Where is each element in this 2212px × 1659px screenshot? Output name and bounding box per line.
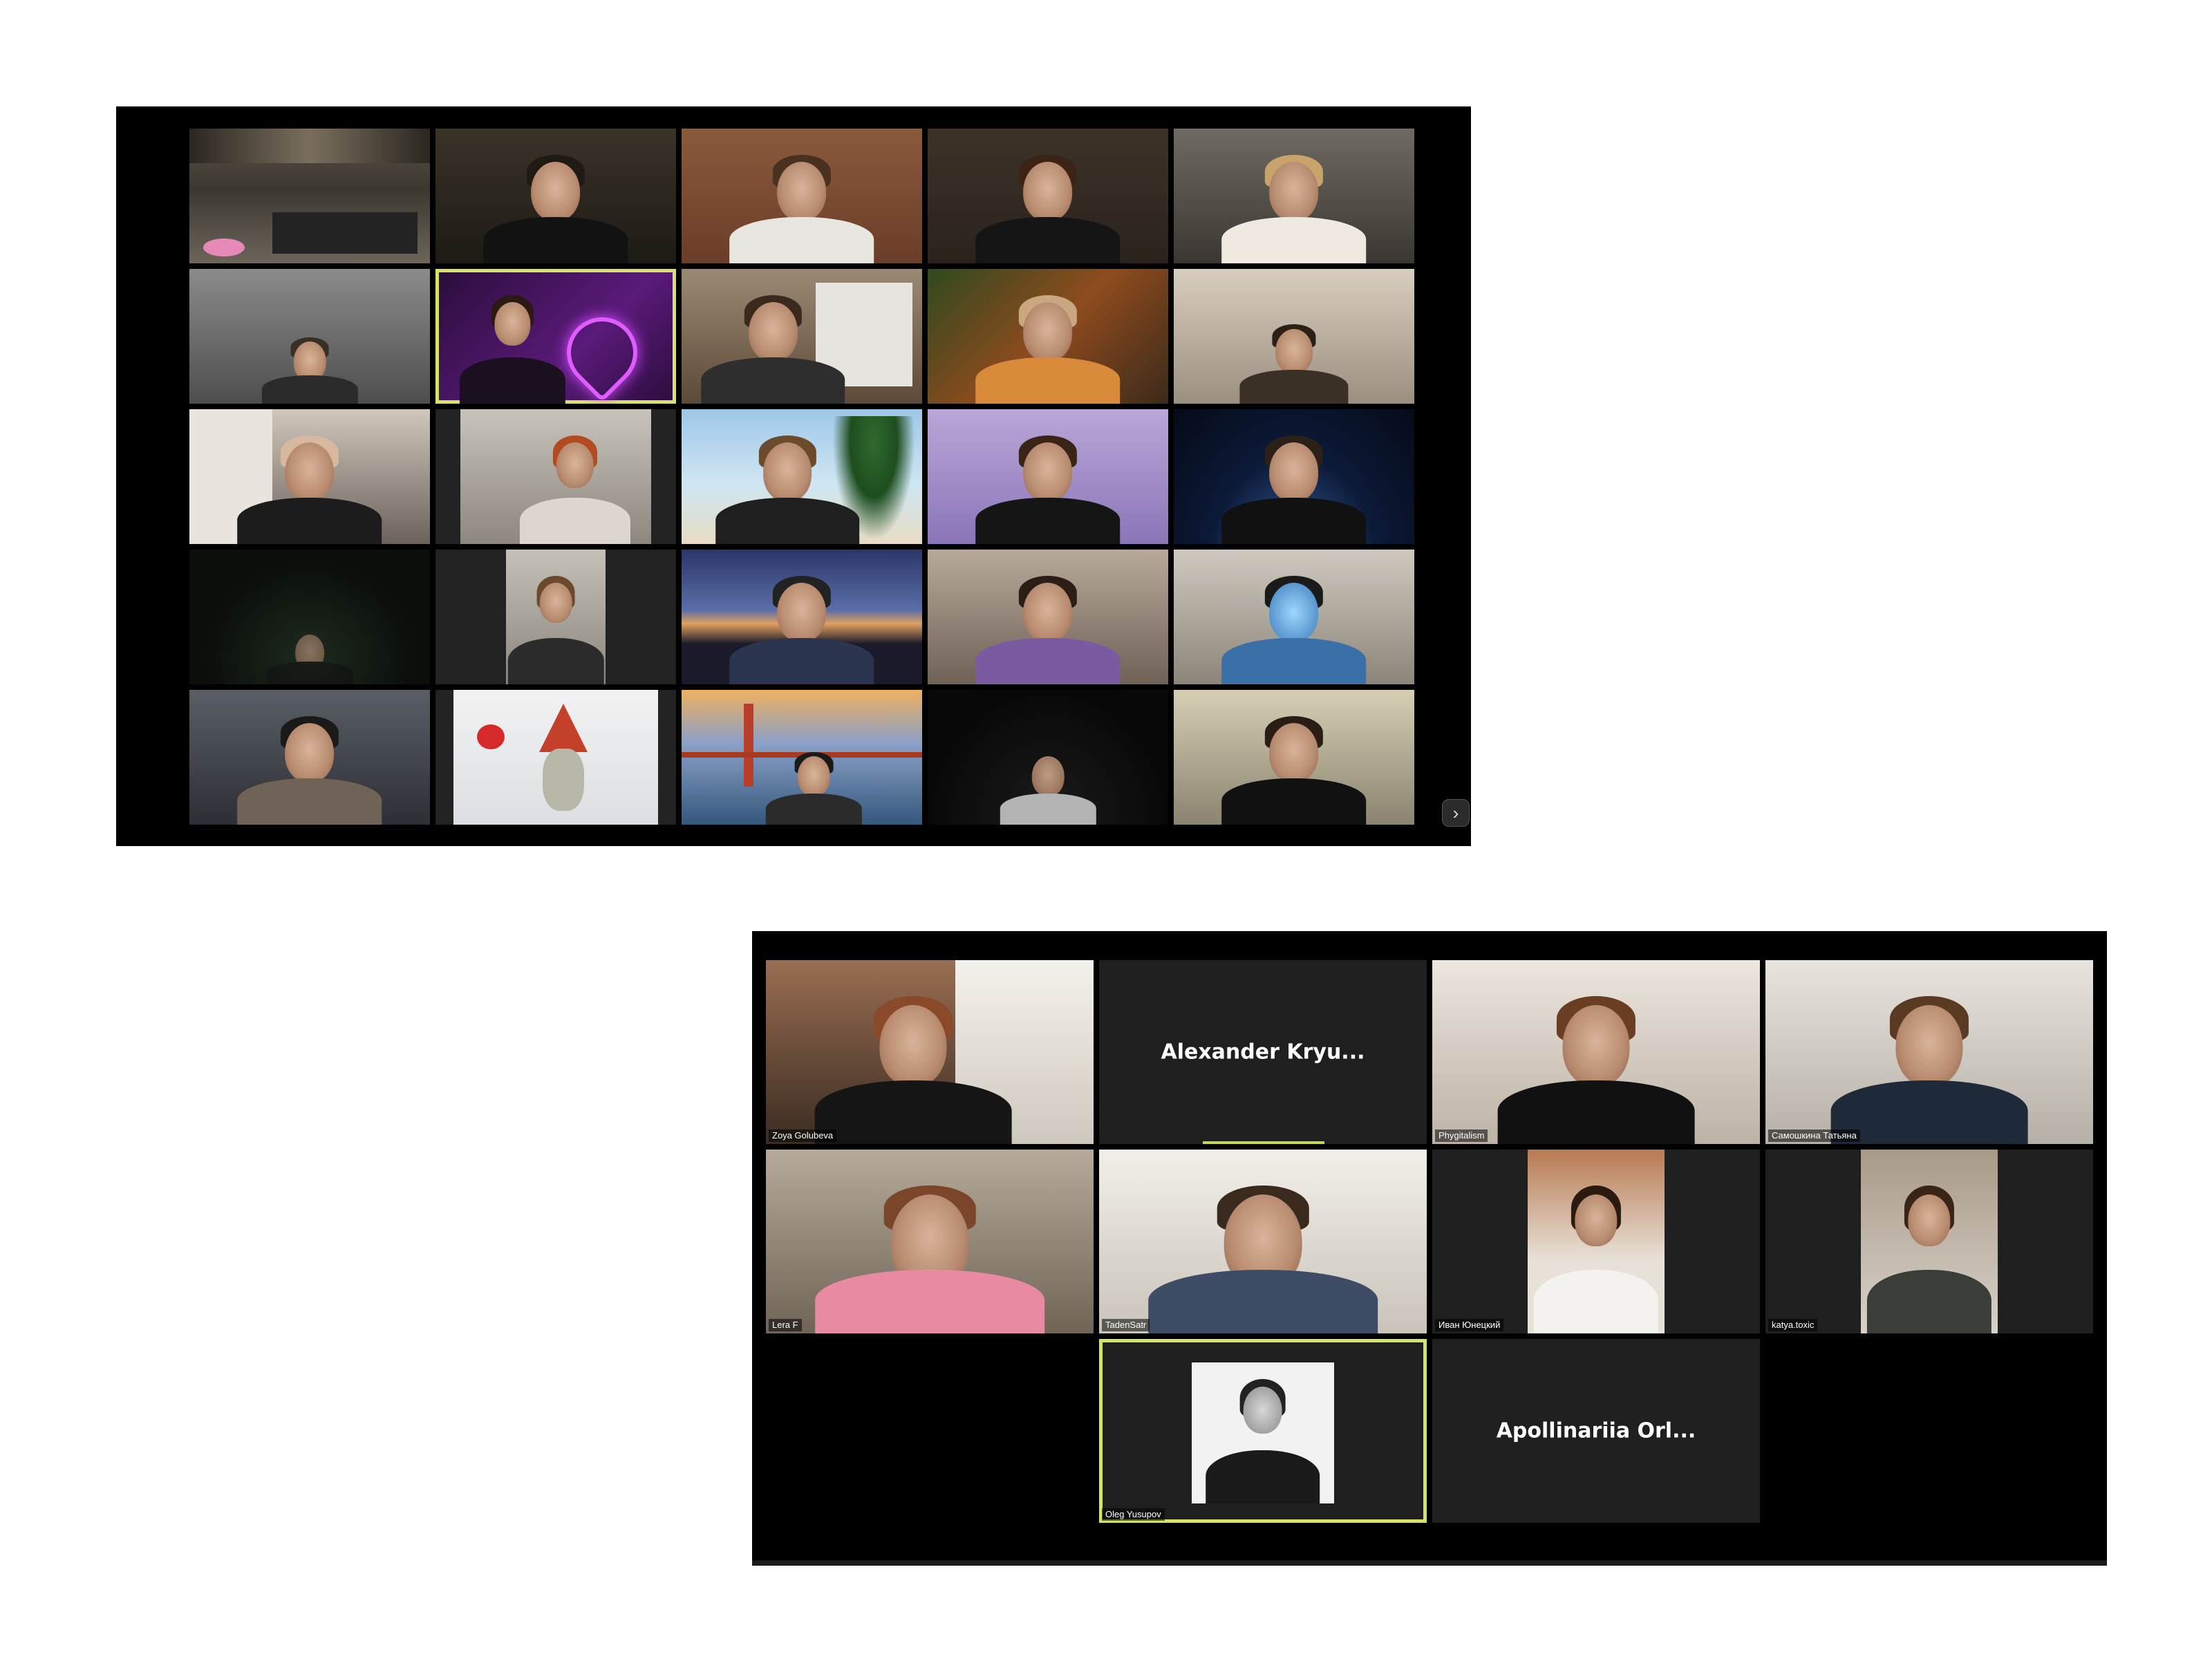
video-tile[interactable] xyxy=(189,269,430,404)
participant xyxy=(1866,1183,1992,1333)
video-tile[interactable] xyxy=(1174,129,1414,263)
participant xyxy=(1148,1183,1378,1333)
video-tile[interactable] xyxy=(435,129,676,263)
gallery-window-top: › xyxy=(116,106,1471,846)
participant xyxy=(815,1183,1044,1333)
participant xyxy=(1221,574,1367,684)
participant xyxy=(1000,751,1096,825)
video-tile[interactable] xyxy=(189,409,430,544)
participant xyxy=(715,433,860,544)
video-tile-active-speaker[interactable]: Oleg Yusupov xyxy=(1099,1339,1427,1523)
participant xyxy=(700,293,845,404)
video-tile[interactable] xyxy=(682,269,922,404)
participant-name: Oleg Yusupov xyxy=(1102,1508,1165,1521)
video-tile[interactable] xyxy=(189,129,430,263)
participant xyxy=(261,337,358,404)
video-tile[interactable] xyxy=(682,129,922,263)
participant xyxy=(975,433,1121,544)
participant-name: katya.toxic xyxy=(1768,1319,1818,1331)
video-tile-active-speaker[interactable] xyxy=(435,269,676,404)
video-tile[interactable] xyxy=(682,550,922,684)
wizard-avatar xyxy=(543,749,584,811)
red-object xyxy=(477,724,505,749)
video-tile[interactable] xyxy=(928,690,1168,825)
video-tile[interactable]: katya.toxic xyxy=(1765,1150,2093,1333)
participant xyxy=(975,293,1121,404)
participant xyxy=(266,630,353,684)
participant xyxy=(765,751,862,825)
next-page-button[interactable]: › xyxy=(1442,799,1470,827)
video-tile[interactable] xyxy=(435,409,676,544)
pink-pool-float xyxy=(203,238,245,256)
video-tile[interactable] xyxy=(928,129,1168,263)
participant-name: Lera F xyxy=(769,1319,802,1331)
participant xyxy=(975,574,1121,684)
participant xyxy=(519,433,630,544)
video-tile[interactable]: Zoya Golubeva xyxy=(766,960,1094,1144)
participant xyxy=(729,574,874,684)
video-tile[interactable] xyxy=(682,409,922,544)
participant xyxy=(237,433,382,544)
participant xyxy=(459,293,565,404)
video-tile[interactable]: Самошкина Татьяна xyxy=(1765,960,2093,1144)
video-tile[interactable] xyxy=(682,690,922,825)
participant xyxy=(1221,714,1367,825)
participant xyxy=(237,714,382,825)
video-tile-camera-off[interactable]: Alexander Kryu... xyxy=(1099,960,1427,1144)
video-tile[interactable] xyxy=(1174,409,1414,544)
video-tile[interactable] xyxy=(1174,269,1414,404)
participant xyxy=(1533,1183,1659,1333)
participant-name: TadenSatr xyxy=(1102,1319,1150,1331)
participant xyxy=(1221,433,1367,544)
video-tile[interactable] xyxy=(928,409,1168,544)
participant xyxy=(815,993,1012,1144)
participant-name: Иван Юнецкий xyxy=(1435,1319,1504,1331)
participant xyxy=(507,574,604,684)
audio-level-bar xyxy=(1203,1141,1324,1144)
gallery-window-bottom: Zoya Golubeva Alexander Kryu... Phygital… xyxy=(752,931,2107,1566)
participant xyxy=(1239,323,1349,404)
video-tile[interactable] xyxy=(435,690,676,825)
video-tile-camera-off[interactable]: Apollinariia Orl... xyxy=(1432,1339,1760,1523)
participant xyxy=(975,153,1121,263)
participant xyxy=(1830,993,2028,1144)
participant-name-placeholder: Apollinariia Orl... xyxy=(1496,1418,1696,1443)
video-tile[interactable] xyxy=(1174,690,1414,825)
video-tile[interactable]: TadenSatr xyxy=(1099,1150,1427,1333)
participant xyxy=(1497,993,1695,1144)
video-tile[interactable] xyxy=(1174,550,1414,684)
participant xyxy=(483,153,628,263)
desk-area xyxy=(272,212,418,254)
participant-name: Phygitalism xyxy=(1435,1130,1488,1142)
video-tile[interactable]: Lera F xyxy=(766,1150,1094,1333)
bridge-tower xyxy=(744,704,753,787)
participant xyxy=(1221,153,1367,263)
video-tile[interactable] xyxy=(435,550,676,684)
toolbar-edge xyxy=(752,1560,2107,1566)
video-tile[interactable]: Phygitalism xyxy=(1432,960,1760,1144)
video-tile[interactable] xyxy=(189,550,430,684)
video-tile[interactable]: Иван Юнецкий xyxy=(1432,1150,1760,1333)
participant xyxy=(729,153,874,263)
participant-name: Zoya Golubeva xyxy=(769,1130,837,1142)
participant-name: Самошкина Татьяна xyxy=(1768,1130,1860,1142)
video-tile[interactable] xyxy=(928,269,1168,404)
profile-photo xyxy=(1192,1362,1334,1503)
neon-heart xyxy=(552,302,653,403)
participant-name-placeholder: Alexander Kryu... xyxy=(1161,1040,1365,1065)
office-ceiling xyxy=(189,129,430,163)
video-tile[interactable] xyxy=(928,550,1168,684)
participant xyxy=(1206,1376,1320,1503)
video-tile[interactable] xyxy=(189,690,430,825)
